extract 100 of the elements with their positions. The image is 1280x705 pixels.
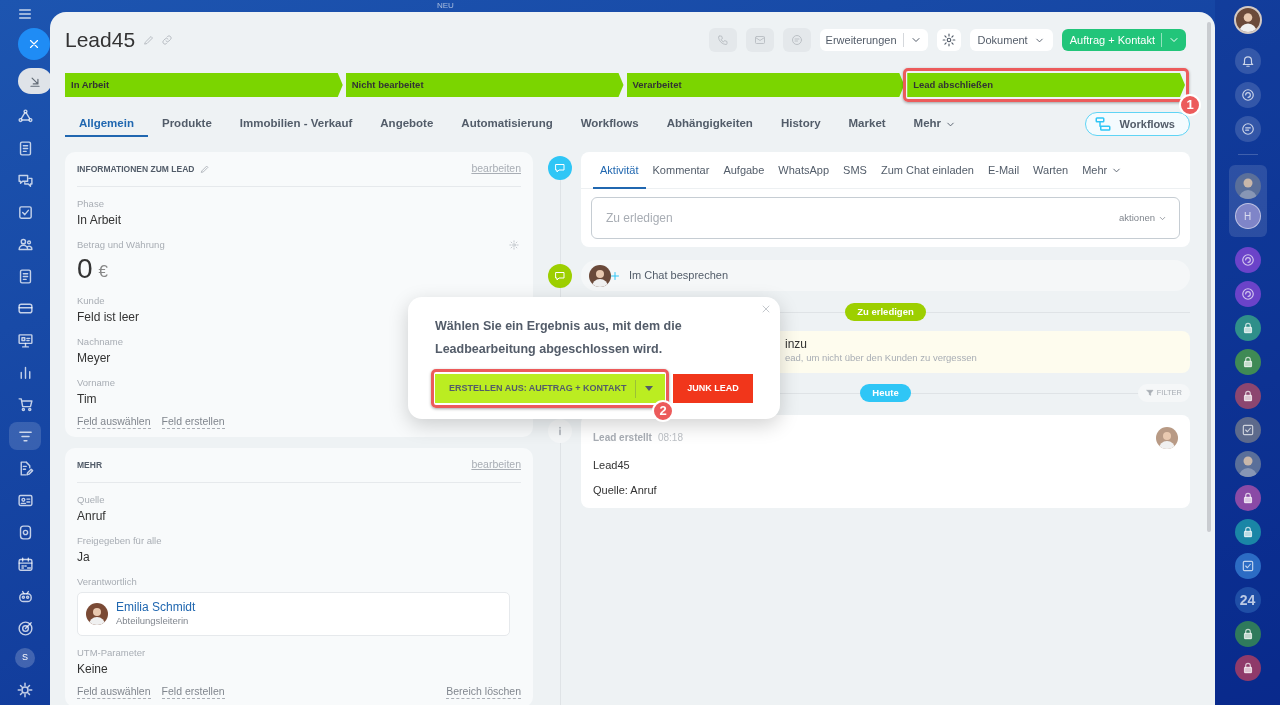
tab[interactable]: E-Mail [980,151,1027,189]
close-button[interactable] [18,28,50,60]
field-link[interactable]: Feld auswählen [77,415,151,429]
caret-icon [645,386,654,391]
checkbox-icon [1240,559,1255,573]
amount: 0 [77,254,93,284]
stage-step[interactable]: Nicht bearbeitet [345,73,624,97]
app-button[interactable] [1234,281,1261,307]
app-button[interactable]: 24 [1234,587,1261,613]
avatar[interactable] [1234,451,1261,477]
notification-button[interactable] [1234,48,1261,74]
field-link[interactable]: Feld erstellen [161,415,225,429]
field-link[interactable]: Feld erstellen [161,685,225,699]
field-link[interactable]: Feld auswählen [77,685,151,699]
scrollbar[interactable] [1207,22,1211,532]
tab[interactable]: Market [834,111,900,137]
tab[interactable]: Workflows [566,111,653,137]
mail-icon [753,34,766,46]
notice-title: inzu [785,337,808,351]
person-role: Abteilungsleiterin [116,613,190,628]
field-value: Keine [77,661,109,677]
create-from-button[interactable]: ERSTELLEN AUS: AUFTRAG + KONTAKT [435,374,665,403]
tab[interactable]: Produkte [147,111,226,137]
section-title: INFORMATIONEN ZUM LEAD [77,162,195,176]
event-title: Lead erstellt [593,430,652,445]
checkbox-icon[interactable] [16,203,34,221]
stage-step[interactable]: In Arbeit [65,73,343,97]
feed-icon[interactable] [16,107,34,125]
tab[interactable]: Kommentar [645,151,717,189]
tab[interactable]: Immobilien - Verkauf [225,111,367,137]
field-label: Verantwortlich [77,576,137,588]
cart-icon[interactable] [16,395,34,413]
chat-button[interactable] [1234,116,1261,142]
document-button[interactable]: Dokument [969,29,1053,51]
todo-badge: Zu erledigen [845,302,926,322]
tab[interactable]: SMS [836,151,874,189]
event-text: Lead45 [593,458,631,473]
chat-icon [790,34,803,46]
avatar [1156,426,1178,449]
presentation-icon[interactable] [16,331,34,349]
tab[interactable]: Angebote [366,111,448,137]
swirl-button[interactable] [1234,82,1261,108]
tab[interactable]: Aufgabe [716,151,772,189]
chat-icon [1240,122,1255,136]
swirl-icon [1240,287,1255,301]
user-avatar[interactable]: S [15,648,35,668]
app-button[interactable] [1234,247,1261,273]
field-label: Vorname [77,377,116,389]
extensions-button[interactable]: Erweiterungen [819,29,928,51]
more-menu[interactable]: Mehr [899,111,971,137]
junk-lead-button[interactable]: JUNK LEAD [673,374,753,403]
task-button[interactable] [1234,553,1261,579]
stage-step[interactable]: Lead abschließen [907,73,1185,97]
lock-button[interactable] [1234,383,1261,409]
minimize-tab[interactable] [18,68,52,94]
settings-icon [941,33,956,47]
close-icon [27,37,41,51]
bubble-icon [554,270,566,282]
tab[interactable]: Warten [1026,151,1076,189]
workflows-button[interactable]: Workflows [1084,112,1190,136]
settings-button[interactable] [936,29,961,51]
tab[interactable]: History [766,111,835,137]
tab[interactable]: Automatisierung [447,111,567,137]
stage-step[interactable]: Verarbeitet [626,73,905,97]
lock-button[interactable] [1234,655,1261,681]
person-card[interactable]: Emilia Schmidt Abteilungsleiterin [77,592,510,636]
field-label: Kunde [77,295,105,307]
field-label: Phase [77,198,104,210]
task-button[interactable] [1234,417,1261,443]
tab[interactable]: Allgemein [65,111,148,137]
tab[interactable]: Zum Chat einladen [873,151,981,189]
chat-discuss-button[interactable]: Im Chat besprechen [581,260,1190,291]
step-badge: 1 [1179,94,1201,116]
checkbox-icon [1240,423,1255,437]
calendar-icon[interactable] [16,555,34,573]
lock-button[interactable] [1234,485,1261,511]
lock-button[interactable] [1234,349,1261,375]
tab[interactable]: Abhängigkeiten [652,111,767,137]
tab[interactable]: Aktivität [593,151,646,189]
actions-dropdown[interactable]: aktionen [1119,210,1167,226]
avatar[interactable] [1234,173,1261,199]
tab[interactable]: WhatsApp [771,151,837,189]
avatar[interactable] [1233,6,1262,34]
more-menu[interactable]: Mehr [1075,151,1130,189]
field-label: UTM-Parameter [77,647,146,659]
close-icon [760,303,772,315]
todo-input[interactable]: Zu erledigen aktionen [591,197,1180,239]
lock-button[interactable] [1234,519,1261,545]
person-name: Emilia Schmidt [116,599,196,614]
bubble-icon [554,162,566,174]
field-label: Quelle [77,494,105,506]
flower-icon[interactable] [16,681,34,699]
target-icon[interactable] [16,619,34,637]
lock-button[interactable] [1234,621,1261,647]
page-title: Lead45 [65,27,136,53]
lock-button[interactable] [1234,315,1261,341]
menu-icon[interactable] [17,6,33,22]
delete-section-link[interactable]: Bereich löschen [446,685,521,699]
field-value: In Arbeit [77,212,123,228]
step-badge: 2 [652,400,674,422]
